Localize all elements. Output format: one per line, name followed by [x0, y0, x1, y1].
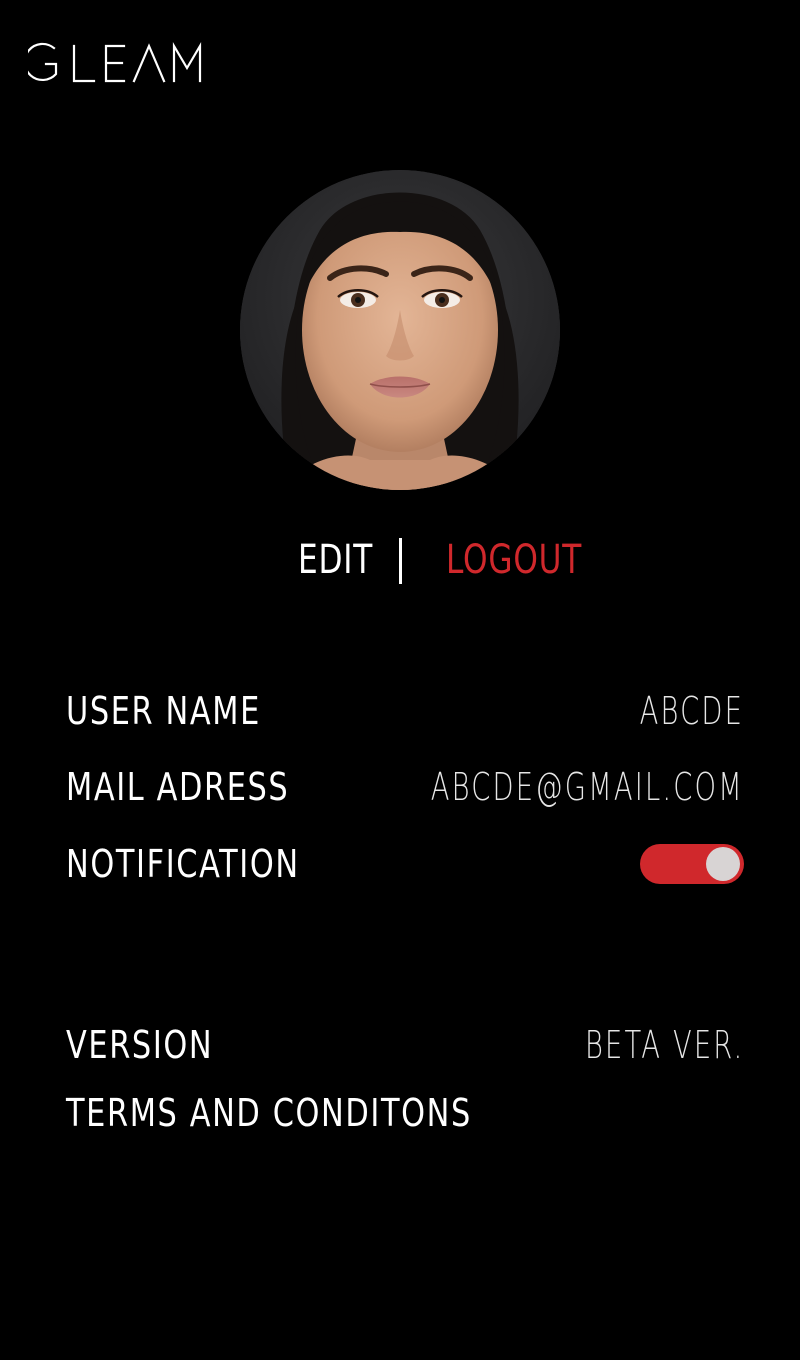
profile-actions: EDIT LOGOUT — [0, 530, 800, 590]
notification-toggle[interactable] — [640, 844, 744, 884]
email-row: MAIL ADRESS ABCDE@GMAIL.COM — [66, 761, 744, 813]
version-row: VERSION BETA VER. — [66, 1019, 744, 1071]
email-value: ABCDE@GMAIL.COM — [430, 765, 744, 809]
logout-link[interactable]: LOGOUT — [446, 536, 582, 584]
username-value: ABCDE — [639, 689, 744, 733]
email-label: MAIL ADRESS — [66, 765, 290, 809]
gleam-logo-wordmark — [28, 41, 202, 83]
toggle-knob — [706, 847, 740, 881]
notification-row: NOTIFICATION — [66, 838, 744, 890]
avatar-portrait-image — [240, 170, 560, 490]
terms-and-conditions-link[interactable]: TERMS AND CONDITONS — [66, 1087, 472, 1139]
username-label: USER NAME — [66, 689, 261, 733]
terms-row[interactable]: TERMS AND CONDITONS — [66, 1087, 744, 1139]
username-row: USER NAME ABCDE — [66, 685, 744, 737]
edit-profile-link[interactable]: EDIT — [298, 536, 373, 584]
profile-avatar[interactable] — [240, 170, 560, 490]
app-logo — [28, 40, 208, 86]
action-divider — [399, 538, 402, 584]
version-label: VERSION — [66, 1023, 214, 1067]
notification-label: NOTIFICATION — [66, 842, 300, 886]
version-value: BETA VER. — [584, 1023, 744, 1067]
